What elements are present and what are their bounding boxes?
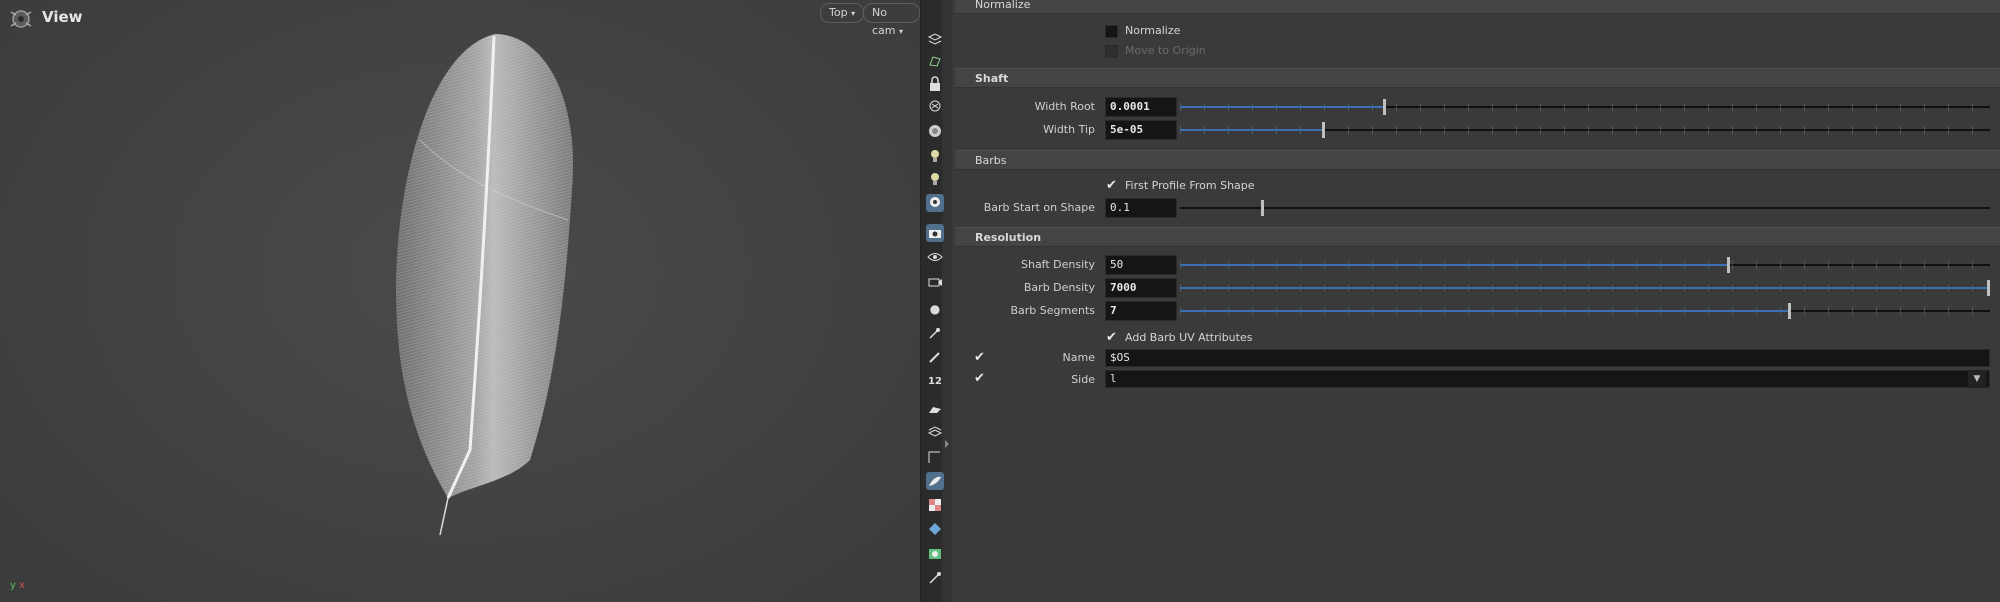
number-badge: 12 bbox=[928, 375, 942, 387]
shaft-density-field[interactable]: 50 bbox=[1105, 255, 1177, 275]
axis-gizmo: y x bbox=[10, 580, 25, 591]
vis-cam-icon[interactable] bbox=[926, 272, 944, 290]
width-root-field[interactable]: 0.0001 bbox=[1105, 97, 1177, 117]
snapshot-icon[interactable] bbox=[926, 194, 944, 212]
camera-select-label: No cam bbox=[872, 6, 896, 37]
barb-segments-slider[interactable] bbox=[1180, 303, 1990, 319]
side-field[interactable]: l bbox=[1105, 370, 1990, 388]
slider-handle[interactable] bbox=[1382, 99, 1386, 115]
slider-handle[interactable] bbox=[1987, 280, 1990, 296]
barb-density-slider[interactable] bbox=[1180, 280, 1990, 296]
viewport[interactable]: View Top ▾ No cam ▾ y x bbox=[0, 0, 920, 602]
first-profile-label: First Profile From Shape bbox=[1125, 179, 1255, 192]
camera-icon[interactable] bbox=[926, 224, 944, 242]
section-barbs[interactable]: Barbs bbox=[955, 150, 2000, 170]
point-icon[interactable]: ● bbox=[926, 300, 944, 318]
chevron-down-icon[interactable]: ▼ bbox=[1968, 370, 1986, 388]
first-profile-checkbox[interactable]: ✔ bbox=[1105, 179, 1118, 192]
name-label: Name bbox=[1062, 351, 1095, 364]
width-root-label: Width Root bbox=[1034, 100, 1095, 113]
ghost-icon[interactable] bbox=[926, 98, 944, 116]
shaft-density-slider[interactable] bbox=[1180, 257, 1990, 273]
axis-y-label: y bbox=[10, 580, 16, 591]
houdini-logo-icon[interactable] bbox=[8, 8, 34, 30]
add-barb-uv-label: Add Barb UV Attributes bbox=[1125, 331, 1253, 344]
checker-icon[interactable] bbox=[926, 496, 944, 514]
barb-start-field[interactable]: 0.1 bbox=[1105, 198, 1177, 218]
axis-x-label: x bbox=[19, 580, 26, 591]
width-tip-slider[interactable] bbox=[1180, 122, 1990, 138]
normalize-checkbox[interactable] bbox=[1105, 25, 1118, 38]
viewport-title: View bbox=[42, 8, 83, 26]
slider-handle[interactable] bbox=[1787, 303, 1791, 319]
bulb-icon[interactable] bbox=[926, 122, 944, 140]
stack-icon[interactable] bbox=[926, 422, 944, 440]
move-to-origin-checkbox[interactable] bbox=[1105, 45, 1118, 58]
light-icon[interactable] bbox=[926, 147, 944, 165]
chevron-down-icon: ▾ bbox=[851, 9, 856, 18]
width-tip-label: Width Tip bbox=[1043, 123, 1095, 136]
view-select-button[interactable]: Top ▾ bbox=[820, 3, 865, 23]
lock-icon[interactable] bbox=[926, 75, 944, 93]
name-field[interactable]: $OS bbox=[1105, 349, 1990, 367]
feather-geometry bbox=[396, 34, 574, 536]
shaft-density-label: Shaft Density bbox=[1020, 258, 1095, 271]
path-icon[interactable] bbox=[926, 448, 944, 466]
barb-segments-label: Barb Segments bbox=[1010, 304, 1095, 317]
pen-icon[interactable] bbox=[926, 348, 944, 366]
slider-handle[interactable] bbox=[1261, 200, 1264, 216]
move-to-origin-label: Move to Origin bbox=[1125, 44, 1206, 57]
number-icon[interactable]: 12 bbox=[926, 372, 944, 390]
width-tip-field[interactable]: 5e-05 bbox=[1105, 120, 1177, 140]
geometry-view-icon[interactable] bbox=[926, 52, 944, 70]
visibility-icon[interactable] bbox=[926, 248, 944, 266]
add-barb-uv-checkbox[interactable]: ✔ bbox=[1105, 331, 1118, 344]
map-icon[interactable] bbox=[926, 545, 944, 563]
display-options-icon[interactable] bbox=[926, 30, 944, 48]
normalize-label: Normalize bbox=[1125, 24, 1181, 37]
slider-handle[interactable] bbox=[1726, 257, 1730, 273]
chevron-down-icon: ▾ bbox=[899, 27, 904, 36]
barb-segments-field[interactable]: 7 bbox=[1105, 301, 1177, 321]
barb-start-slider[interactable] bbox=[1180, 200, 1990, 216]
section-shaft[interactable]: Shaft bbox=[955, 68, 2000, 88]
barb-density-label: Barb Density bbox=[1023, 281, 1095, 294]
view-select-label: Top bbox=[829, 6, 848, 19]
width-root-slider[interactable] bbox=[1180, 99, 1990, 115]
section-normalize[interactable]: Normalize bbox=[955, 0, 2000, 14]
brush-icon[interactable] bbox=[926, 398, 944, 416]
feather-icon[interactable] bbox=[926, 472, 944, 490]
slider-handle[interactable] bbox=[1321, 122, 1325, 138]
camera-select-button[interactable]: No cam ▾ bbox=[863, 3, 920, 37]
wand-icon[interactable] bbox=[926, 569, 944, 587]
layer-icon[interactable] bbox=[926, 520, 944, 538]
pin-icon[interactable] bbox=[926, 324, 944, 342]
barb-start-label: Barb Start on Shape bbox=[983, 201, 1095, 214]
side-label: Side bbox=[1071, 373, 1095, 386]
barb-density-field[interactable]: 7000 bbox=[1105, 278, 1177, 298]
section-resolution[interactable]: Resolution bbox=[955, 227, 2000, 247]
light-link-icon[interactable] bbox=[926, 170, 944, 188]
